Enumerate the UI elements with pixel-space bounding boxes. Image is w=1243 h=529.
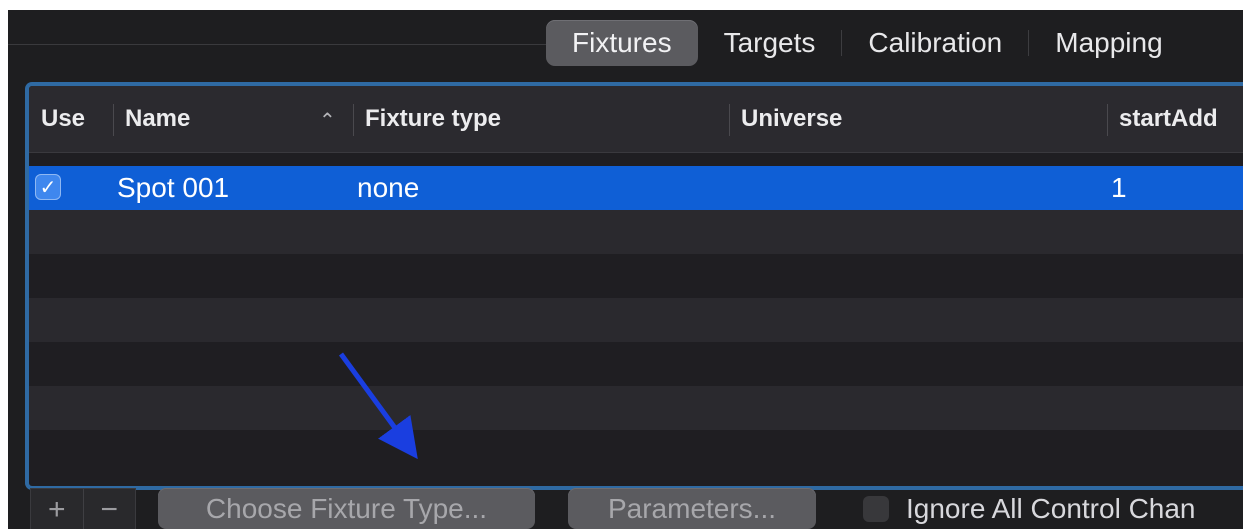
fixtures-window: Fixtures Targets Calibration Mapping Use… xyxy=(8,10,1243,529)
annotation-arrow-icon xyxy=(338,352,418,460)
